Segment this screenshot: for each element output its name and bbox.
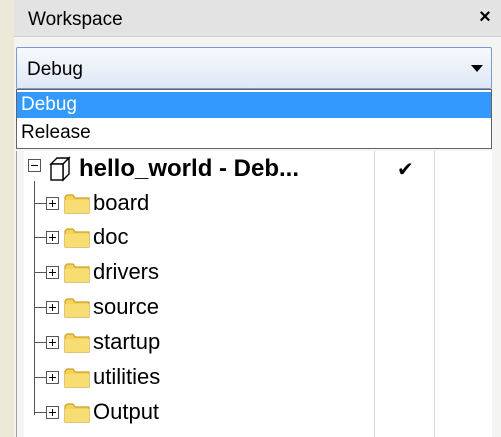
tree-item-label: startup bbox=[93, 329, 161, 354]
tree-branch-line bbox=[34, 307, 46, 308]
expand-icon[interactable] bbox=[46, 197, 59, 210]
tree-branch-line bbox=[34, 203, 46, 204]
tree-item-label: drivers bbox=[93, 259, 160, 284]
folder-icon bbox=[64, 402, 90, 428]
tree-item-label: Output bbox=[93, 399, 160, 424]
project-cube-icon bbox=[48, 156, 72, 187]
configuration-dropdown-list: Debug Release bbox=[16, 89, 492, 149]
close-icon[interactable]: × bbox=[475, 5, 495, 29]
configuration-select-value: Debug bbox=[27, 59, 83, 80]
tree-item-label: source bbox=[93, 294, 160, 319]
file-tree: hello_world - Deb... ✔ board doc drivers… bbox=[24, 151, 492, 437]
left-splitter[interactable] bbox=[0, 0, 15, 437]
tree-item-drivers[interactable]: drivers bbox=[24, 255, 492, 290]
folder-icon bbox=[64, 227, 90, 253]
expand-icon[interactable] bbox=[46, 371, 59, 384]
tree-item-output[interactable]: Output bbox=[24, 395, 492, 430]
expand-icon[interactable] bbox=[46, 266, 59, 279]
tree-branch-line bbox=[34, 342, 46, 343]
tree-item-label: doc bbox=[93, 224, 129, 249]
tree-item-startup[interactable]: startup bbox=[24, 325, 492, 360]
tree-item-board[interactable]: board bbox=[24, 186, 492, 221]
folder-icon bbox=[64, 332, 90, 358]
tree-item-source[interactable]: source bbox=[24, 290, 492, 325]
configuration-select[interactable]: Debug bbox=[16, 47, 492, 89]
folder-icon bbox=[64, 297, 90, 323]
expand-icon[interactable] bbox=[46, 406, 59, 419]
tree-branch-line bbox=[34, 237, 46, 238]
folder-icon bbox=[64, 367, 90, 393]
tree-border bbox=[16, 151, 17, 437]
panel-title: Workspace bbox=[28, 9, 123, 30]
dropdown-option-debug[interactable]: Debug bbox=[17, 92, 491, 118]
chevron-down-icon[interactable] bbox=[471, 65, 483, 72]
tree-item-label: utilities bbox=[93, 364, 161, 389]
workspace-panel: Workspace × Debug Debug Release hello_wo… bbox=[0, 0, 501, 437]
tree-root-row[interactable]: hello_world - Deb... ✔ bbox=[24, 151, 492, 186]
expand-icon[interactable] bbox=[46, 301, 59, 314]
dropdown-option-release[interactable]: Release bbox=[17, 120, 491, 146]
expand-icon[interactable] bbox=[46, 336, 59, 349]
tree-branch-line bbox=[34, 272, 46, 273]
tree-branch-line bbox=[34, 377, 46, 378]
tree-item-doc[interactable]: doc bbox=[24, 220, 492, 255]
collapse-icon[interactable] bbox=[28, 159, 41, 172]
folder-icon bbox=[64, 193, 90, 219]
tree-branch-line bbox=[34, 412, 46, 413]
tree-item-label: board bbox=[93, 190, 150, 215]
folder-icon bbox=[64, 262, 90, 288]
tree-item-utilities[interactable]: utilities bbox=[24, 360, 492, 395]
project-name: hello_world - Deb... bbox=[79, 155, 300, 182]
panel-header: Workspace × bbox=[14, 0, 501, 37]
check-icon: ✔ bbox=[397, 159, 414, 181]
expand-icon[interactable] bbox=[46, 231, 59, 244]
